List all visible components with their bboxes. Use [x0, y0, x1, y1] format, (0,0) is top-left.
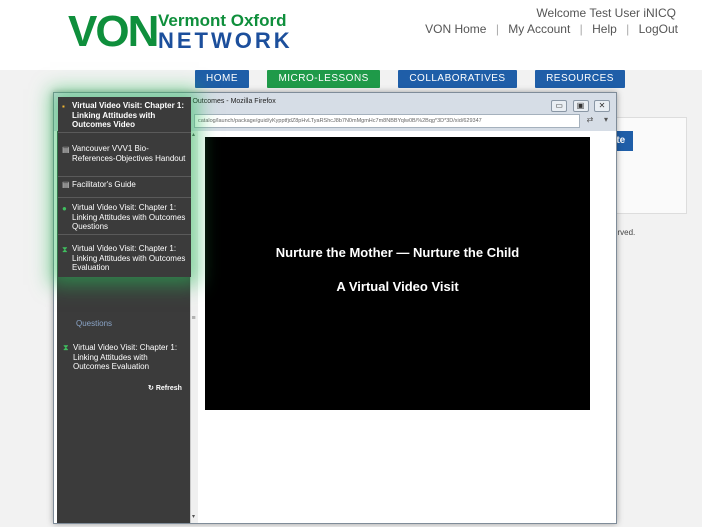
menu-item-label: Virtual Video Visit: Chapter 1: Linking …: [72, 244, 186, 272]
welcome-text: Welcome Test User iNICQ: [536, 6, 676, 20]
menu-item-label: Vancouver VVV1 Bio-References-Objectives…: [72, 144, 186, 163]
sidebar-scrollbar[interactable]: [190, 131, 198, 523]
refresh-button[interactable]: ↻ Refresh: [148, 384, 182, 392]
document-icon: ▤: [62, 180, 70, 189]
logo-von-letters: VON: [68, 7, 159, 56]
nav-resources[interactable]: RESOURCES: [535, 70, 625, 88]
url-bar[interactable]: catalog/launch/package/guid/yKypptfjdZ8p…: [194, 114, 580, 128]
main-nav: HOME MICRO-LESSONS COLLABORATIVES RESOUR…: [195, 68, 639, 88]
video-title: Nurture the Mother — Nurture the Child: [275, 245, 520, 260]
refresh-label: Refresh: [155, 385, 182, 392]
top-links: VON Home | My Account | Help | LogOut: [425, 22, 678, 36]
sidebar-item-evaluation[interactable]: ⧗ Virtual Video Visit: Chapter 1: Linkin…: [57, 343, 189, 372]
scroll-up-icon[interactable]: ▴: [190, 131, 197, 139]
menu-item-video[interactable]: ▪ Virtual Video Visit: Chapter 1: Linkin…: [58, 101, 191, 133]
page: VON Vermont Oxford NETWORK Welcome Test …: [0, 0, 702, 527]
menu-item-facilitator-guide[interactable]: ▤ Facilitator's Guide: [58, 180, 191, 198]
separator: |: [579, 22, 583, 36]
nav-collaboratives[interactable]: COLLABORATIVES: [398, 70, 517, 88]
evaluation-icon: ⧗: [63, 343, 69, 352]
video-subtitle: A Virtual Video Visit: [336, 279, 459, 294]
nav-micro-lessons[interactable]: MICRO-LESSONS: [267, 70, 380, 88]
scroll-down-icon[interactable]: ▾: [190, 513, 197, 521]
menu-item-questions[interactable]: ● Virtual Video Visit: Chapter 1: Linkin…: [58, 203, 191, 235]
menu-item-label: Facilitator's Guide: [72, 180, 136, 189]
my-account-link[interactable]: My Account: [508, 22, 570, 36]
reload-icon[interactable]: ⇄: [584, 114, 596, 126]
nav-home[interactable]: HOME: [195, 70, 249, 88]
window-controls: ▭ ▣ ✕: [550, 95, 610, 112]
video-player[interactable]: Nurture the Mother — Nurture the Child A…: [205, 137, 590, 410]
menu-item-label: Virtual Video Visit: Chapter 1: Linking …: [72, 203, 186, 231]
minimize-button[interactable]: ▭: [551, 100, 568, 112]
site-header: VON Vermont Oxford NETWORK Welcome Test …: [0, 0, 702, 70]
close-button[interactable]: ✕: [594, 100, 610, 112]
help-link[interactable]: Help: [592, 22, 617, 36]
menu-item-evaluation[interactable]: ⧗ Virtual Video Visit: Chapter 1: Linkin…: [58, 244, 191, 274]
menu-item-handout[interactable]: ▤ Vancouver VVV1 Bio-References-Objectiv…: [58, 144, 191, 177]
questions-stub-text: Questions: [76, 319, 113, 328]
maximize-button[interactable]: ▣: [572, 100, 589, 112]
logout-link[interactable]: LogOut: [639, 22, 678, 36]
video-icon: ▪: [62, 102, 65, 111]
scroll-grip-icon[interactable]: ≡: [190, 315, 197, 323]
evaluation-icon: ⧗: [62, 245, 68, 254]
dropdown-icon[interactable]: ▾: [600, 114, 612, 126]
sidebar-item-label: Virtual Video Visit: Chapter 1: Linking …: [73, 343, 178, 371]
document-icon: ▤: [62, 145, 70, 154]
questions-icon: ●: [62, 204, 67, 213]
von-logo[interactable]: VON Vermont Oxford NETWORK: [68, 6, 290, 58]
lesson-menu-overlay: ▪ Virtual Video Visit: Chapter 1: Linkin…: [58, 97, 191, 277]
logo-network: NETWORK: [158, 28, 293, 53]
separator: |: [495, 22, 499, 36]
refresh-icon: ↻: [148, 385, 154, 392]
menu-item-label: Virtual Video Visit: Chapter 1: Linking …: [72, 101, 185, 129]
separator: |: [626, 22, 630, 36]
von-home-link[interactable]: VON Home: [425, 22, 486, 36]
